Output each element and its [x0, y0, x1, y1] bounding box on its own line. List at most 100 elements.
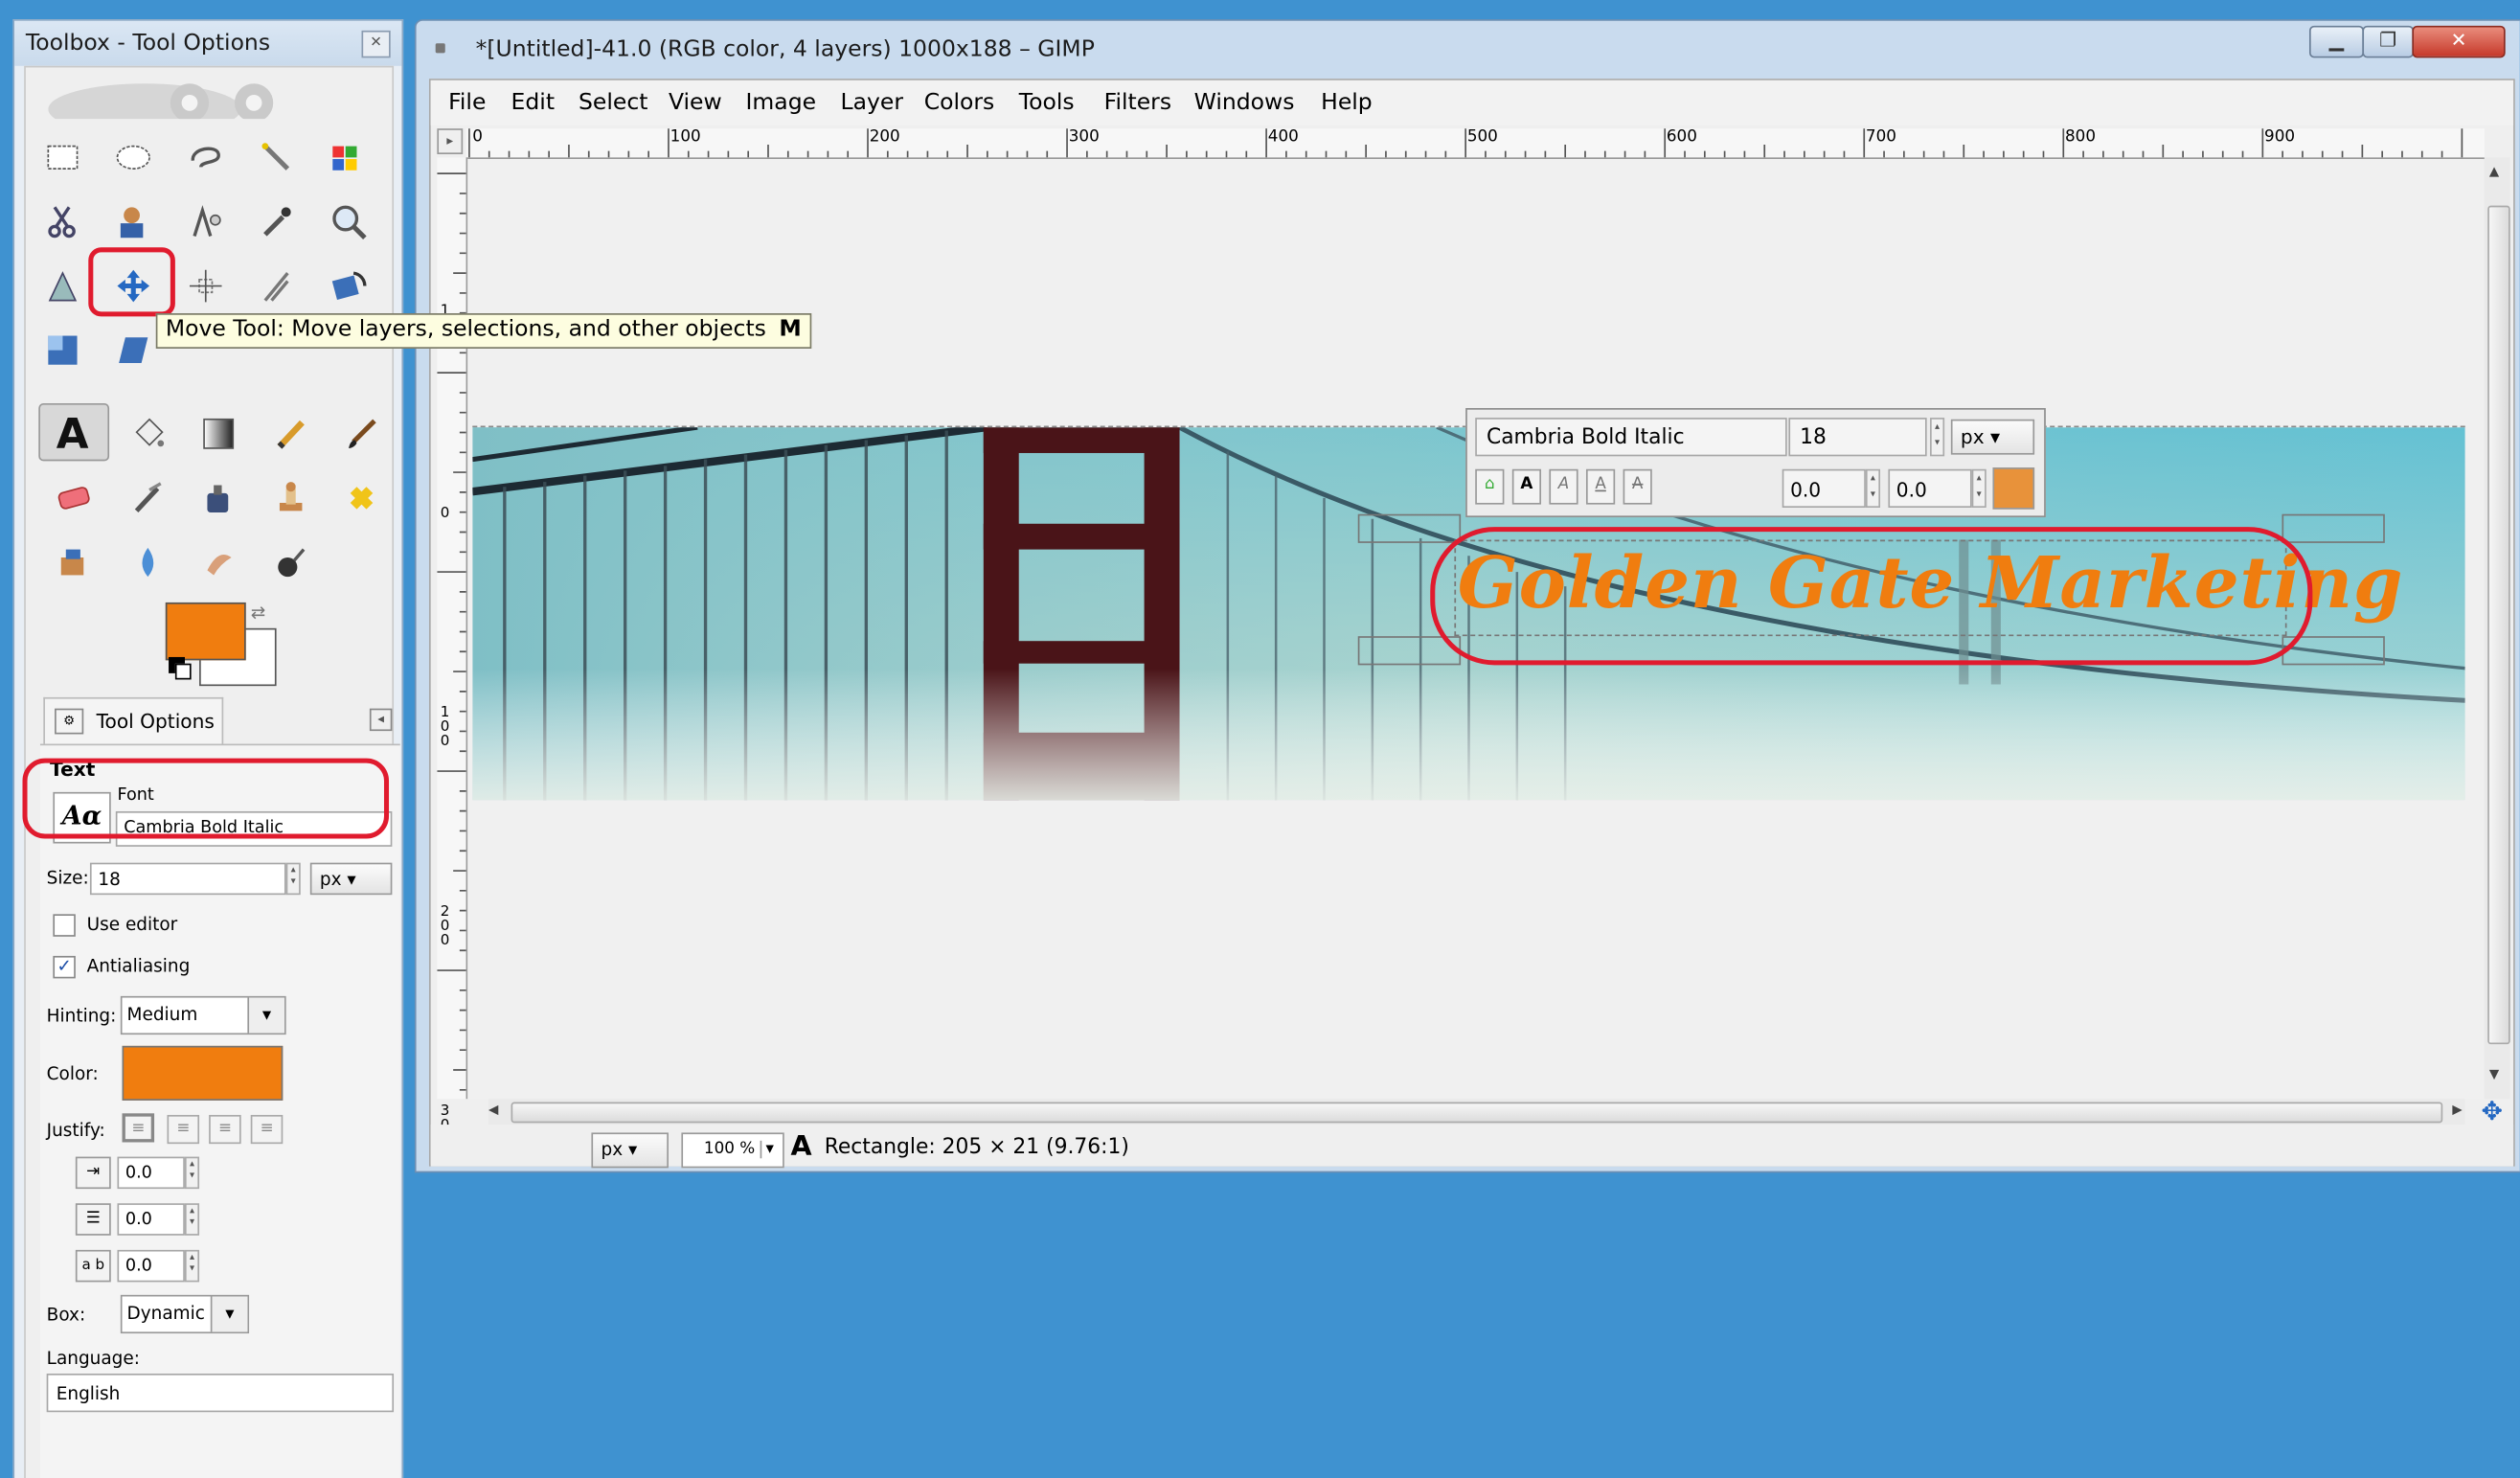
underline-icon[interactable]: A	[1585, 468, 1616, 505]
toolbox-titlebar[interactable]: Toolbox - Tool Options ✕	[14, 20, 402, 66]
pencil-icon[interactable]	[267, 410, 315, 458]
size-spinner[interactable]: ▴ ▾	[285, 862, 301, 896]
ellipse-select-icon[interactable]	[109, 133, 157, 181]
menu-windows[interactable]: Windows	[1194, 90, 1295, 116]
use-editor-checkbox[interactable]	[53, 914, 76, 937]
scroll-up-icon[interactable]: ▲	[2489, 164, 2499, 178]
shear-icon[interactable]	[109, 326, 157, 374]
tool-options-menu-icon[interactable]: ◂	[369, 708, 393, 732]
menu-tools[interactable]: Tools	[1019, 90, 1075, 116]
crop-icon[interactable]	[252, 261, 300, 309]
minimize-button[interactable]: ▁	[2308, 25, 2365, 58]
menu-image[interactable]: Image	[745, 90, 816, 116]
letter-spacing-field[interactable]: 0.0	[117, 1249, 185, 1283]
ruler-label: 500	[1466, 128, 1498, 147]
baseline-spinner[interactable]: ▴ ▾	[1865, 468, 1881, 508]
scroll-right-icon[interactable]: ▶	[2452, 1103, 2462, 1117]
maximize-button[interactable]: ❐	[2362, 25, 2415, 58]
size-unit-dropdown[interactable]: px ▾	[309, 862, 393, 896]
alignment-icon[interactable]	[182, 261, 230, 309]
zoom-icon[interactable]	[325, 197, 373, 245]
menu-edit[interactable]: Edit	[511, 90, 556, 116]
airbrush-icon[interactable]	[124, 474, 171, 522]
baseline-field[interactable]: 0.0	[1782, 468, 1866, 508]
text-box-handle[interactable]	[2282, 513, 2385, 543]
vertical-scrollbar[interactable]: ▲ ▼	[2484, 157, 2510, 1100]
smudge-icon[interactable]	[194, 538, 242, 586]
perspective-clone-icon[interactable]	[50, 538, 98, 586]
toolbox-close-button[interactable]: ✕	[361, 30, 391, 58]
bucket-fill-icon[interactable]	[124, 410, 171, 458]
box-dropdown[interactable]: Dynamic ▾	[120, 1294, 250, 1334]
kerning-field[interactable]: 0.0	[1888, 468, 1972, 508]
hinting-dropdown[interactable]: Medium ▾	[120, 995, 286, 1035]
zoom-dropdown[interactable]: 100 % ▾	[681, 1132, 784, 1169]
tool-options-tab[interactable]: ⚙ Tool Options	[43, 696, 224, 746]
indent-spinner[interactable]: ▴ ▾	[184, 1156, 200, 1190]
justify-right-button[interactable]: ≡	[167, 1114, 200, 1145]
indent-field[interactable]: 0.0	[117, 1156, 185, 1190]
bold-icon[interactable]: A	[1511, 468, 1542, 505]
close-button[interactable]: ✕	[2412, 25, 2506, 58]
menu-filters[interactable]: Filters	[1104, 90, 1171, 116]
onbox-unit-dropdown[interactable]: px ▾	[1950, 419, 2035, 455]
scroll-down-icon[interactable]: ▼	[2489, 1067, 2499, 1081]
onbox-color-button[interactable]	[1992, 467, 2035, 510]
paintbrush-icon[interactable]	[337, 410, 385, 458]
scroll-left-icon[interactable]: ◀	[488, 1103, 498, 1117]
line-spacing-spinner[interactable]: ▴ ▾	[184, 1203, 200, 1236]
horizontal-scrollbar[interactable]: ◀ ▶	[488, 1099, 2465, 1126]
foreground-select-icon[interactable]	[109, 197, 157, 245]
blend-icon[interactable]	[194, 410, 242, 458]
horizontal-scroll-thumb[interactable]	[511, 1102, 2443, 1124]
text-tool-icon[interactable]: A	[38, 402, 110, 462]
fuzzy-select-icon[interactable]	[252, 133, 300, 181]
dodge-burn-icon[interactable]	[267, 538, 315, 586]
justify-fill-button[interactable]: ≡	[250, 1114, 284, 1145]
justify-left-button[interactable]: ≡	[122, 1113, 155, 1143]
measure-icon[interactable]	[38, 261, 86, 309]
unit-dropdown[interactable]: px ▾	[591, 1132, 669, 1169]
foreground-color-swatch[interactable]	[165, 602, 246, 661]
clear-style-icon[interactable]: ⌂	[1475, 468, 1505, 505]
paths-icon[interactable]	[182, 197, 230, 245]
menu-layer[interactable]: Layer	[840, 90, 903, 116]
text-box-handle[interactable]	[1357, 513, 1462, 543]
justify-center-button[interactable]: ≡	[209, 1114, 241, 1145]
navigate-icon[interactable]: ✥	[2482, 1096, 2503, 1126]
heal-icon[interactable]	[337, 474, 385, 522]
eraser-icon[interactable]	[50, 474, 98, 522]
onbox-size-field[interactable]: 18	[1788, 418, 1927, 457]
menu-file[interactable]: File	[448, 90, 486, 116]
italic-icon[interactable]: A	[1549, 468, 1578, 505]
image-window-titlebar[interactable]: *[Untitled]-41.0 (RGB color, 4 layers) 1…	[417, 21, 2520, 79]
antialiasing-checkbox[interactable]: ✓	[53, 955, 76, 979]
kerning-spinner[interactable]: ▴ ▾	[1971, 468, 1986, 508]
onbox-font-field[interactable]: Cambria Bold Italic	[1475, 418, 1787, 457]
menu-view[interactable]: View	[669, 90, 722, 116]
scissors-select-icon[interactable]	[38, 197, 86, 245]
free-select-icon[interactable]	[182, 133, 230, 181]
strikethrough-icon[interactable]: A	[1623, 468, 1652, 505]
menu-colors[interactable]: Colors	[924, 90, 995, 116]
size-field[interactable]: 18	[89, 862, 286, 896]
menu-help[interactable]: Help	[1321, 90, 1373, 116]
menu-select[interactable]: Select	[579, 90, 647, 116]
rotate-icon[interactable]	[325, 261, 373, 309]
window-menu-icon[interactable]	[435, 43, 445, 54]
line-spacing-field[interactable]: 0.0	[117, 1203, 185, 1236]
blur-sharpen-icon[interactable]	[124, 538, 171, 586]
text-color-button[interactable]	[122, 1045, 284, 1101]
swap-colors-icon[interactable]: ⇄	[251, 603, 265, 624]
ink-icon[interactable]	[194, 474, 242, 522]
quick-mask-menu-icon[interactable]: ▸	[437, 128, 464, 155]
color-picker-icon[interactable]	[252, 197, 300, 245]
rect-select-icon[interactable]	[38, 133, 86, 181]
language-field[interactable]: English	[46, 1374, 395, 1413]
select-by-color-icon[interactable]	[325, 133, 373, 181]
onbox-size-spinner[interactable]: ▴ ▾	[1930, 418, 1945, 457]
scale-icon[interactable]	[38, 326, 86, 374]
vertical-scroll-thumb[interactable]	[2487, 205, 2510, 1045]
clone-icon[interactable]	[267, 474, 315, 522]
letter-spacing-spinner[interactable]: ▴ ▾	[184, 1249, 200, 1283]
